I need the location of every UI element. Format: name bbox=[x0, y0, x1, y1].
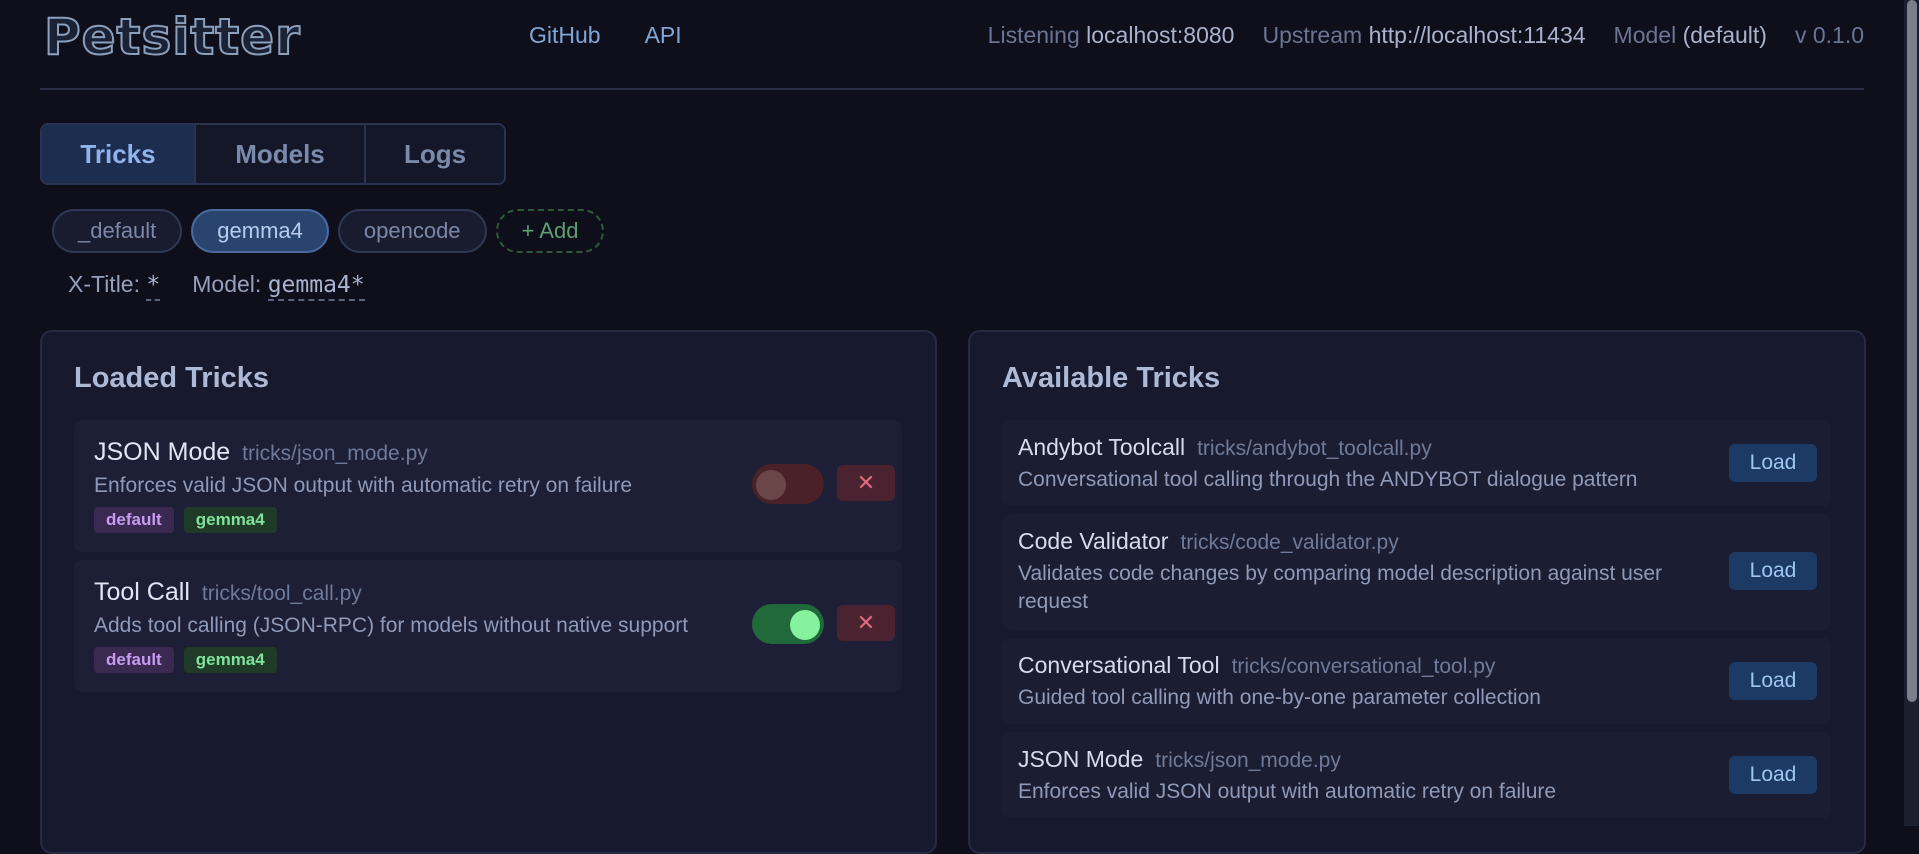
trick-path: tricks/code_validator.py bbox=[1180, 531, 1399, 554]
tag-default: default bbox=[94, 647, 174, 673]
status-bar: Listening localhost:8080 Upstream http:/… bbox=[988, 22, 1864, 49]
trick-enable-toggle[interactable] bbox=[752, 464, 824, 504]
loaded-tricks-title: Loaded Tricks bbox=[74, 362, 270, 394]
upstream-value: http://localhost:11434 bbox=[1368, 22, 1586, 48]
available-tricks-panel: Available Tricks Andybot Toolcall tricks/… bbox=[968, 330, 1866, 854]
trick-description: Validates code changes by comparing mode… bbox=[1018, 562, 1662, 613]
trick-path: tricks/tool_call.py bbox=[201, 582, 362, 605]
trick-name-row: Andybot Toolcall tricks/andybot_toolcall.… bbox=[1018, 434, 1432, 461]
profile-chips: _default gemma4 opencode + Add bbox=[52, 209, 605, 253]
trick-name-row: JSON Mode tricks/json_mode.py bbox=[1018, 746, 1341, 773]
trick-path: tricks/json_mode.py bbox=[1155, 749, 1341, 772]
profile-chip-opencode[interactable]: opencode bbox=[337, 209, 487, 253]
trick-path: tricks/json_mode.py bbox=[242, 442, 428, 465]
trick-name: Tool Call bbox=[94, 578, 190, 606]
trick-name-row: Code Validator tricks/code_validator.py bbox=[1018, 528, 1399, 555]
load-trick-button[interactable]: Load bbox=[1729, 662, 1817, 700]
remove-trick-button[interactable]: ✕ bbox=[837, 465, 895, 501]
load-trick-button[interactable]: Load bbox=[1729, 552, 1817, 590]
listening-label: Listening bbox=[987, 22, 1080, 48]
model-filter: Model: gemma4* bbox=[192, 271, 365, 301]
xtitle-value[interactable]: * bbox=[146, 272, 161, 301]
trick-name: JSON Mode bbox=[1018, 746, 1144, 772]
available-trick-item: Code Validator tricks/code_validator.py V… bbox=[1002, 514, 1831, 630]
trick-name-row: JSON Mode tricks/json_mode.py bbox=[94, 438, 428, 467]
header: Petsitter GitHub API Listening localhost… bbox=[40, 0, 1864, 90]
tag-gemma4: gemma4 bbox=[183, 647, 277, 673]
trick-path: tricks/andybot_toolcall.py bbox=[1197, 437, 1432, 460]
available-trick-item: Conversational Tool tricks/conversational… bbox=[1002, 638, 1831, 724]
upstream-label: Upstream bbox=[1262, 22, 1363, 48]
trick-name-row: Tool Call tricks/tool_call.py bbox=[94, 578, 362, 607]
toggle-knob bbox=[790, 610, 820, 640]
toggle-knob bbox=[756, 470, 786, 500]
trick-description: Enforces valid JSON output with automati… bbox=[94, 474, 633, 497]
xtitle-filter: X-Title: * bbox=[68, 271, 161, 301]
load-trick-button[interactable]: Load bbox=[1729, 756, 1817, 794]
trick-name: Code Validator bbox=[1018, 528, 1169, 554]
model-label: Model bbox=[1613, 22, 1677, 48]
tab-models[interactable]: Models bbox=[196, 125, 366, 183]
trick-path: tricks/conversational_tool.py bbox=[1231, 655, 1496, 678]
version-label: v 0.1.0 bbox=[1794, 22, 1864, 48]
trick-tags: default gemma4 bbox=[94, 507, 277, 533]
page-scrollbar[interactable] bbox=[1904, 0, 1919, 826]
remove-trick-button[interactable]: ✕ bbox=[837, 605, 895, 641]
nav: GitHub API bbox=[529, 22, 682, 49]
listening-value: localhost:8080 bbox=[1086, 22, 1235, 48]
trick-name-row: Conversational Tool tricks/conversational… bbox=[1018, 652, 1495, 679]
tab-logs[interactable]: Logs bbox=[366, 125, 504, 183]
trick-description: Guided tool calling with one-by-one para… bbox=[1018, 686, 1541, 709]
available-tricks-title: Available Tricks bbox=[1002, 362, 1221, 394]
tag-gemma4: gemma4 bbox=[183, 507, 277, 533]
load-trick-button[interactable]: Load bbox=[1729, 444, 1817, 482]
logo: Petsitter bbox=[43, 7, 301, 67]
loaded-trick-item: JSON Mode tricks/json_mode.py Enforces va… bbox=[74, 420, 902, 552]
model-status: Model (default) bbox=[1614, 22, 1767, 49]
nav-api-link[interactable]: API bbox=[645, 22, 682, 49]
trick-name: JSON Mode bbox=[94, 438, 231, 466]
listening-status: Listening localhost:8080 bbox=[988, 22, 1235, 49]
trick-description: Adds tool calling (JSON-RPC) for models … bbox=[94, 614, 689, 637]
app: Petsitter GitHub API Listening localhost… bbox=[40, 0, 1866, 854]
trick-name: Conversational Tool bbox=[1018, 652, 1220, 678]
model-filter-value[interactable]: gemma4* bbox=[267, 272, 365, 301]
trick-tags: default gemma4 bbox=[94, 647, 277, 673]
trick-description: Enforces valid JSON output with automati… bbox=[1018, 780, 1557, 803]
model-value: (default) bbox=[1682, 22, 1767, 48]
xtitle-label: X-Title: bbox=[68, 271, 140, 297]
tab-tricks[interactable]: Tricks bbox=[42, 125, 196, 183]
trick-name: Andybot Toolcall bbox=[1018, 434, 1186, 460]
profile-chip-gemma4[interactable]: gemma4 bbox=[191, 209, 329, 253]
available-trick-item: Andybot Toolcall tricks/andybot_toolcall.… bbox=[1002, 420, 1831, 506]
nav-github-link[interactable]: GitHub bbox=[529, 22, 601, 49]
add-profile-button[interactable]: + Add bbox=[495, 209, 605, 253]
main-tabs: Tricks Models Logs bbox=[40, 123, 506, 185]
available-trick-item: JSON Mode tricks/json_mode.py Enforces va… bbox=[1002, 732, 1831, 818]
trick-enable-toggle[interactable] bbox=[752, 604, 824, 644]
scrollbar-thumb[interactable] bbox=[1907, 0, 1917, 702]
profile-chip-default[interactable]: _default bbox=[52, 209, 183, 253]
loaded-tricks-panel: Loaded Tricks JSON Mode tricks/json_mode.… bbox=[40, 330, 937, 854]
upstream-status: Upstream http://localhost:11434 bbox=[1262, 22, 1585, 49]
model-filter-label: Model: bbox=[192, 271, 262, 297]
tag-default: default bbox=[94, 507, 174, 533]
profile-filter: X-Title: * Model: gemma4* bbox=[68, 271, 365, 301]
loaded-trick-item: Tool Call tricks/tool_call.py Adds tool c… bbox=[74, 560, 902, 692]
trick-description: Conversational tool calling through the … bbox=[1018, 468, 1638, 491]
